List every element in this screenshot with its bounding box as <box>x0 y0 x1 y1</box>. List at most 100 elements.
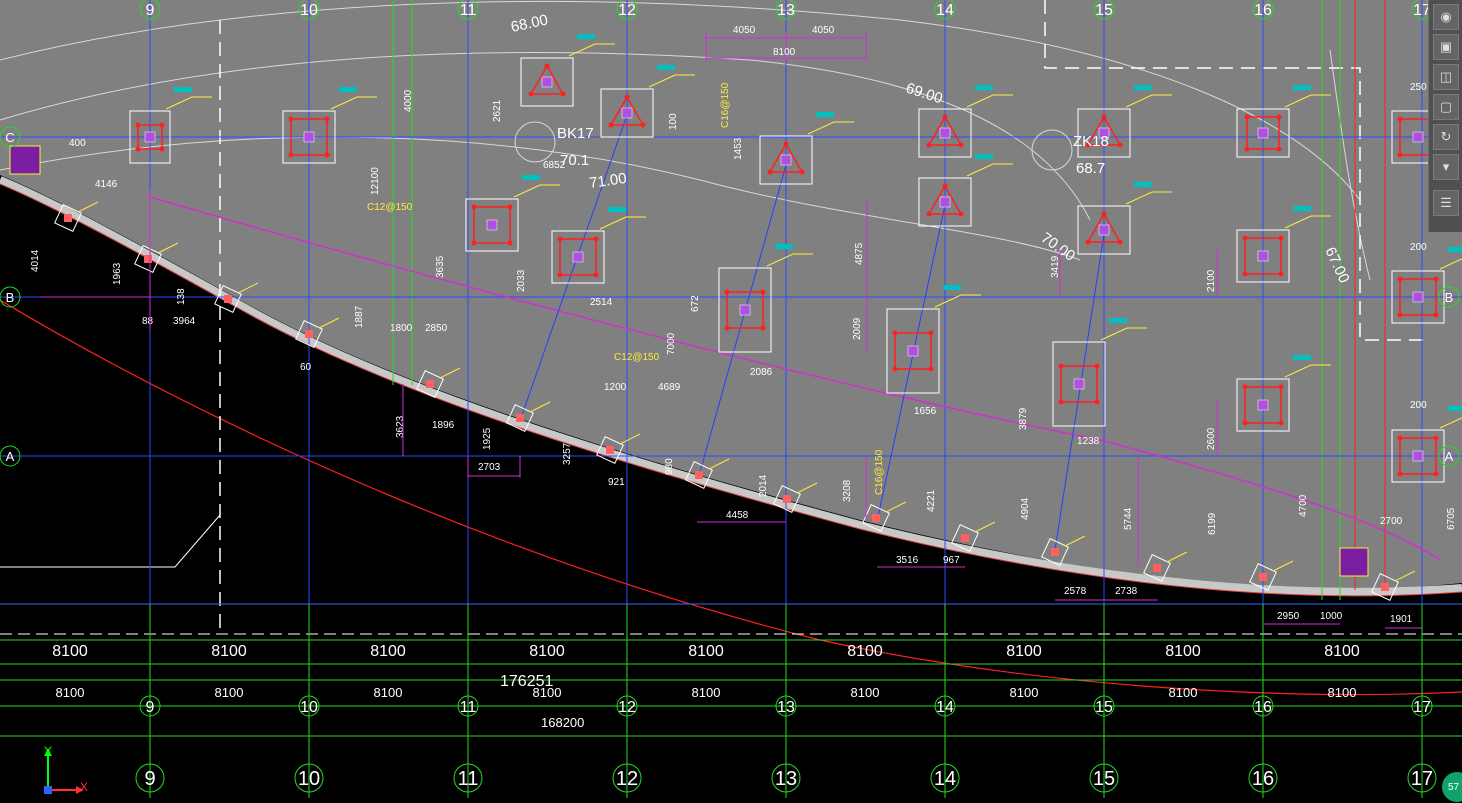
dimension-text: 6705 <box>1446 507 1457 530</box>
dimension-text: 672 <box>690 295 701 312</box>
dimension-text: 4904 <box>1020 497 1031 520</box>
dimension-text: 2578 <box>1064 586 1087 597</box>
dimension-text: 4700 <box>1298 494 1309 517</box>
grid-bubble-label: C <box>5 130 14 145</box>
dimension-text: 200 <box>1410 242 1427 253</box>
dimension-text: 4000 <box>403 89 414 112</box>
grid-bubble-label: 11 <box>460 2 477 19</box>
dimension-text: 1963 <box>112 262 123 285</box>
dimension-text: 3635 <box>435 255 446 278</box>
dimension-text: 1887 <box>354 305 365 328</box>
dimension-text: 1896 <box>432 420 455 431</box>
arrow-down-icon[interactable]: ▾ <box>1433 154 1459 180</box>
dimension-text: 2100 <box>1206 269 1217 292</box>
grid-bubble-label: 11 <box>458 768 479 790</box>
dimension-text: 200 <box>1410 400 1427 411</box>
bay-dimension-text: 8100 <box>56 685 85 700</box>
grid-bubble-label: 9 <box>144 768 155 790</box>
grid-bubble-label: 14 <box>936 2 954 19</box>
bay-dimension-text: 8100 <box>370 643 406 660</box>
rebar-note: C16@150 <box>874 449 885 495</box>
dimension-text: 60 <box>300 362 312 373</box>
dimension-text: 250 <box>1410 82 1427 93</box>
bay-dimension-text: 8100 <box>1328 685 1357 700</box>
bay-dimension-text: 8100 <box>1165 643 1201 660</box>
dimension-text: 3964 <box>173 316 196 327</box>
dimension-text: 3623 <box>395 415 406 438</box>
view-3d-icon[interactable]: ▣ <box>1433 34 1459 60</box>
bay-dimension-text: 8100 <box>1169 685 1198 700</box>
layers-icon[interactable]: ☰ <box>1433 190 1459 216</box>
cube-icon[interactable]: ◫ <box>1433 64 1459 90</box>
dimension-text: 4458 <box>726 510 749 521</box>
grid-bubble-label: A <box>6 449 15 464</box>
dimension-text: 100 <box>668 113 679 130</box>
dimension-text: 1200 <box>604 382 627 393</box>
dimension-text: 2700 <box>1380 516 1403 527</box>
grid-bubble-label: 13 <box>775 768 797 790</box>
dimension-text: 967 <box>943 555 960 566</box>
orbit-icon[interactable]: ◉ <box>1433 4 1459 30</box>
dimension-text: 4221 <box>926 489 937 512</box>
total-length-lower: 168200 <box>541 715 584 730</box>
grid-bubble-label: 15 <box>1093 768 1115 790</box>
bay-dimension-text: 8100 <box>211 643 247 660</box>
cad-drawing-canvas[interactable]: BK17 70.1 ZK18 68.7 68.00 69.00 70.00 71… <box>0 0 1462 798</box>
dimension-text: 2950 <box>1277 611 1300 622</box>
grid-bubble-label: 13 <box>777 2 795 19</box>
view-toolbar: ◉ ▣ ◫ ▢ ↻ ▾ ☰ <box>1428 0 1462 232</box>
dimension-text: 3516 <box>896 555 919 566</box>
dimension-text: 2850 <box>425 323 448 334</box>
dimension-text: 2738 <box>1115 586 1138 597</box>
grid-bubble-label: 11 <box>460 699 477 716</box>
dimension-text: 4146 <box>95 179 118 190</box>
grid-bubble-label: 9 <box>146 699 155 716</box>
dimension-text: 88 <box>142 316 154 327</box>
bay-dimension-text: 8100 <box>529 643 565 660</box>
grid-bubble-label: 10 <box>300 699 318 716</box>
bay-dimension-text: 8100 <box>1006 643 1042 660</box>
grid-bubble-label: 14 <box>936 699 954 716</box>
purple-block <box>1339 547 1369 577</box>
bay-dimension-text: 8100 <box>52 643 88 660</box>
dimension-text: 1453 <box>733 137 744 160</box>
grid-bubble-label: 16 <box>1252 768 1274 790</box>
dimension-text: 3208 <box>842 479 853 502</box>
borehole-label: ZK18 <box>1073 133 1109 150</box>
bay-dimension-text: 8100 <box>1324 643 1360 660</box>
grid-bubble-label: 9 <box>146 2 155 19</box>
grid-bubble-label: 12 <box>616 768 638 790</box>
dimension-text: 1238 <box>1077 436 1100 447</box>
dimension-text: 138 <box>176 288 187 305</box>
dimension-text: 2514 <box>590 297 613 308</box>
bay-dimension-text: 8100 <box>847 643 883 660</box>
dimension-text: 1800 <box>390 323 413 334</box>
dimension-text: 1000 <box>1320 611 1343 622</box>
grid-bubble-label: 17 <box>1413 699 1431 716</box>
dimension-text: 2600 <box>1206 427 1217 450</box>
grid-bubble-label: 13 <box>777 699 795 716</box>
bay-dimension-text: 8100 <box>688 643 724 660</box>
grid-bubble-label: 12 <box>618 699 636 716</box>
rebar-note: C16@150 <box>720 82 731 128</box>
dimension-text: 2703 <box>478 462 501 473</box>
dimension-text: 1925 <box>482 427 493 450</box>
rebar-note: C12@150 <box>367 202 413 213</box>
borehole-elev: 68.7 <box>1076 160 1105 177</box>
grid-bubble-label: 16 <box>1254 699 1272 716</box>
cube-front-icon[interactable]: ▢ <box>1433 94 1459 120</box>
grid-bubble-label: 10 <box>298 768 320 790</box>
rotate-icon[interactable]: ↻ <box>1433 124 1459 150</box>
dimension-text: 5744 <box>1123 507 1134 530</box>
grid-bubble-label: 15 <box>1095 699 1113 716</box>
dimension-text: 1656 <box>914 406 937 417</box>
dimension-text: 8100 <box>773 47 796 58</box>
grid-bubble-label: 17 <box>1411 768 1433 790</box>
dimension-text: 4050 <box>733 25 756 36</box>
leader-line <box>0 514 221 568</box>
bay-dimension-labels: 8100 8100 8100 8100 8100 8100 8100 8100 8100 8100… <box>52 643 1360 700</box>
grid-bubble-label: 15 <box>1095 2 1113 19</box>
dimension-text: 921 <box>608 477 625 488</box>
bay-dimension-text: 8100 <box>851 685 880 700</box>
grid-bubble-label: B <box>1445 290 1454 305</box>
